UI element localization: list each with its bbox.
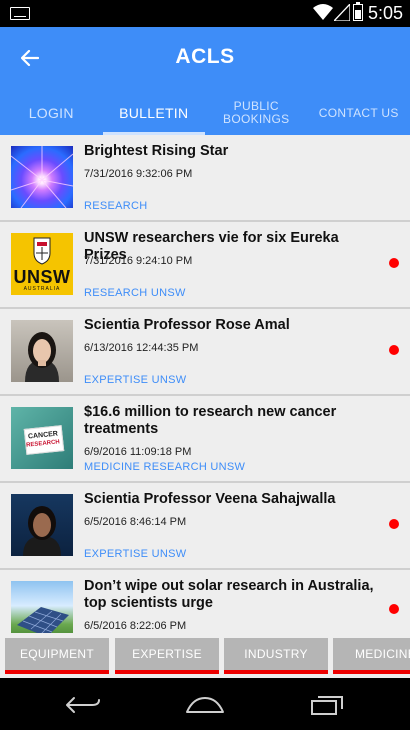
bulletin-title: Scientia Professor Veena Sahajwalla	[84, 491, 336, 507]
unread-indicator	[389, 345, 399, 355]
list-item[interactable]: UNSW AUSTRALIA UNSW researchers vie for …	[0, 222, 410, 309]
bulletin-title: $16.6 million to research new cancer tre…	[84, 404, 337, 437]
tab-bar: LOGIN BULLETIN PUBLIC BOOKINGS CONTACT U…	[0, 91, 410, 135]
signal-icon	[332, 2, 351, 26]
bulletin-date: 6/5/2016 8:22:06 PM	[84, 620, 187, 632]
bulletin-date: 6/13/2016 12:44:35 PM	[84, 342, 199, 354]
unread-indicator	[389, 258, 399, 268]
bulletin-list[interactable]: Brightest Rising Star 7/31/2016 9:32:06 …	[0, 135, 410, 633]
recents-icon	[311, 696, 343, 715]
wifi-icon	[313, 3, 333, 26]
keyboard-icon	[10, 7, 30, 20]
tab-bulletin[interactable]: BULLETIN	[102, 91, 206, 135]
page-title: ACLS	[175, 45, 235, 68]
list-item[interactable]: Brightest Rising Star 7/31/2016 9:32:06 …	[0, 135, 410, 222]
solar-panels-thumbnail	[11, 581, 73, 633]
bulletin-tags: EXPERTISE UNSW	[84, 548, 187, 560]
battery-icon	[353, 2, 363, 21]
back-icon	[66, 697, 100, 713]
tab-contact-us[interactable]: CONTACT US	[308, 91, 410, 135]
clock: 5:05	[367, 3, 403, 23]
unread-indicator	[389, 519, 399, 529]
nav-recents-button[interactable]	[307, 692, 347, 718]
system-nav-bar	[0, 678, 410, 730]
list-item[interactable]: Scientia Professor Rose Amal 6/13/2016 1…	[0, 309, 410, 396]
category-bar[interactable]: EQUIPMENT EXPERTISE INDUSTRY MEDICINE	[0, 633, 410, 678]
list-item[interactable]: CANCER RESEARCH $16.6 million to researc…	[0, 396, 410, 483]
bulletin-title: Don’t wipe out solar research in Austral…	[84, 578, 374, 611]
home-icon	[186, 697, 224, 713]
status-bar: 5:05	[0, 0, 410, 27]
unsw-logo-subtext: AUSTRALIA	[23, 286, 61, 292]
category-medicine[interactable]: MEDICINE	[333, 638, 410, 674]
bulletin-tags: RESEARCH UNSW	[84, 287, 186, 299]
category-industry[interactable]: INDUSTRY	[224, 638, 328, 674]
cancer-research-thumbnail: CANCER RESEARCH	[11, 407, 73, 469]
bulletin-tags: EXPERTISE UNSW	[84, 374, 187, 386]
category-equipment[interactable]: EQUIPMENT	[5, 638, 109, 674]
tab-login[interactable]: LOGIN	[0, 91, 103, 135]
list-item[interactable]: Scientia Professor Veena Sahajwalla 6/5/…	[0, 483, 410, 570]
portrait-thumbnail	[11, 494, 73, 556]
app-bar: ACLS LOGIN BULLETIN PUBLIC BOOKINGS CONT…	[0, 27, 410, 135]
unsw-logo-text: UNSW	[13, 267, 71, 287]
portrait-thumbnail	[11, 320, 73, 382]
unsw-logo-thumbnail: UNSW AUSTRALIA	[11, 233, 73, 295]
tab-public-bookings[interactable]: PUBLIC BOOKINGS	[205, 91, 308, 135]
list-item[interactable]: Don’t wipe out solar research in Austral…	[0, 570, 410, 633]
star-burst-thumbnail	[11, 146, 73, 208]
category-expertise[interactable]: EXPERTISE	[115, 638, 219, 674]
bulletin-date: 7/31/2016 9:32:06 PM	[84, 168, 193, 180]
nav-back-button[interactable]	[63, 692, 103, 718]
bulletin-title: Brightest Rising Star	[84, 143, 229, 159]
bulletin-date: 7/31/2016 9:24:10 PM	[84, 255, 193, 267]
bulletin-tags: RESEARCH	[84, 200, 148, 212]
bulletin-title: Scientia Professor Rose Amal	[84, 317, 290, 333]
bulletin-date: 6/5/2016 8:46:14 PM	[84, 516, 187, 528]
unread-indicator	[389, 604, 399, 614]
bulletin-date: 6/9/2016 11:09:18 PM	[84, 446, 192, 458]
bulletin-tags: MEDICINE RESEARCH UNSW	[84, 461, 246, 473]
nav-home-button[interactable]	[185, 692, 225, 718]
